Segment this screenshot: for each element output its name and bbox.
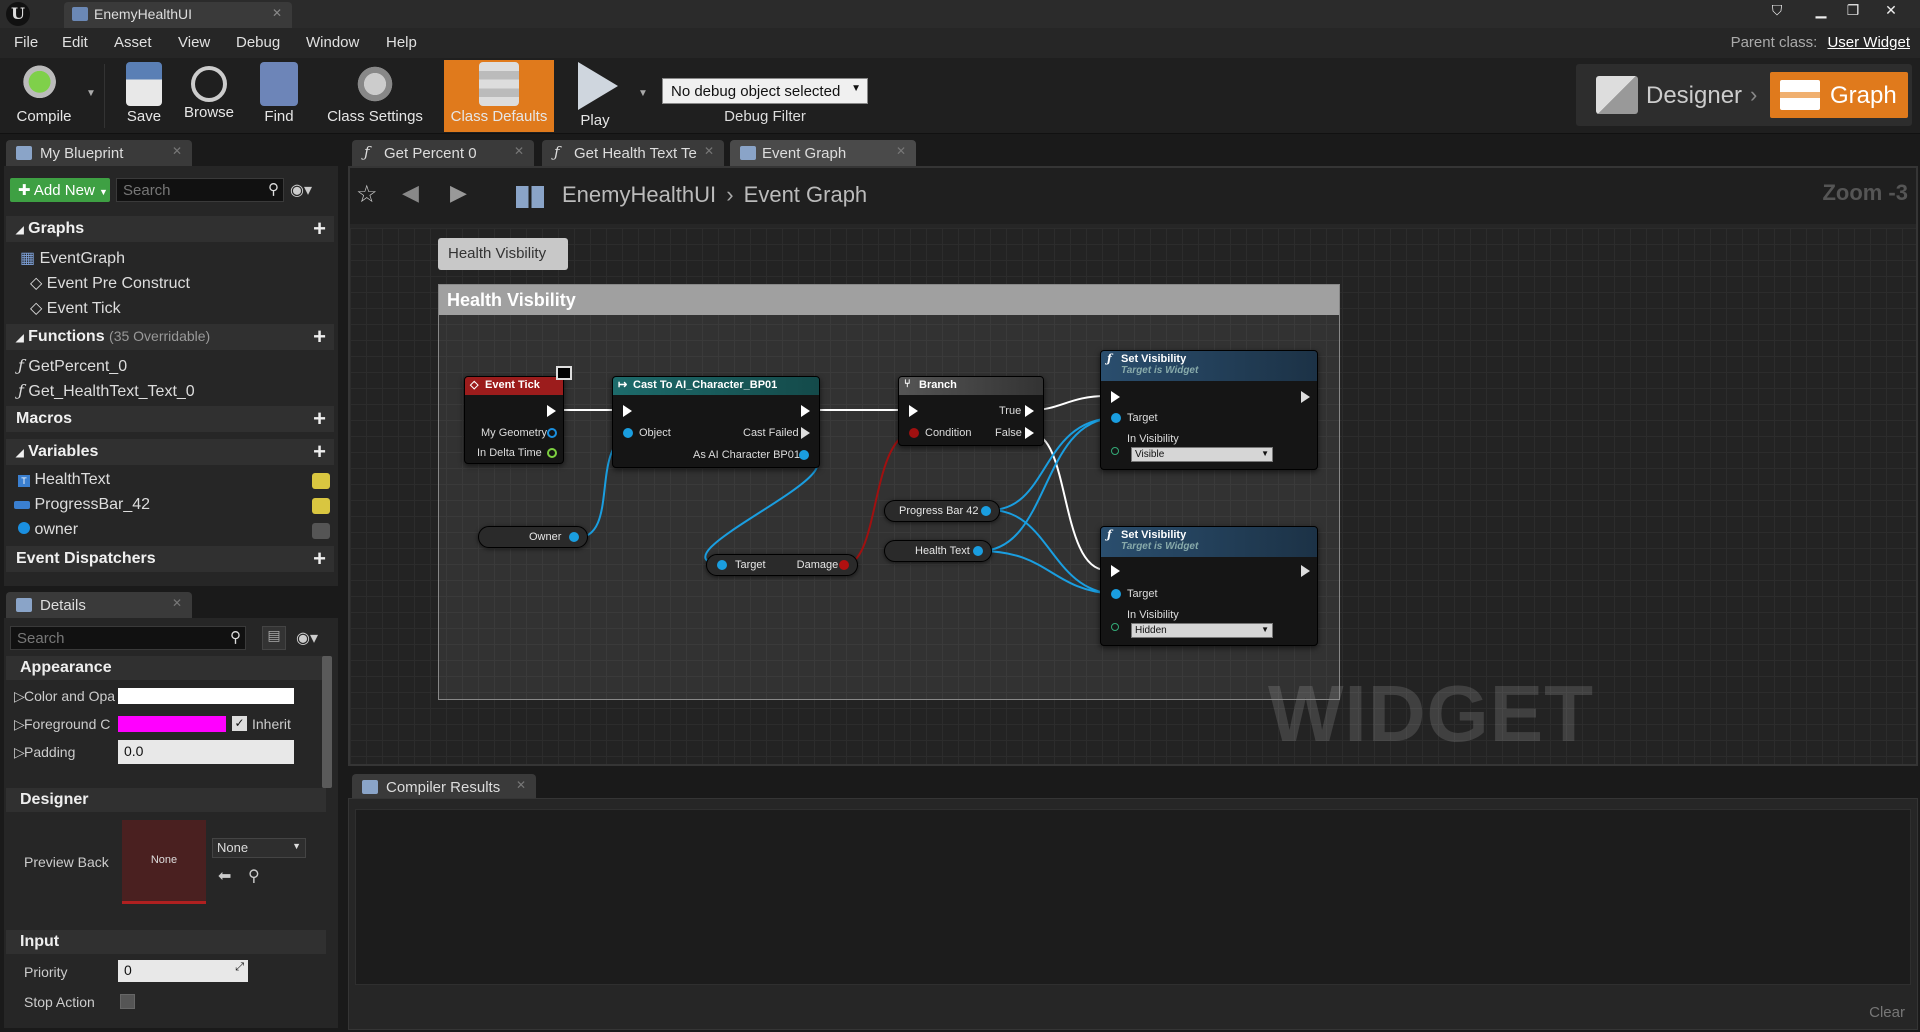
node-header: ↦ Cast To AI_Character_BP01 — [613, 377, 819, 395]
node-subtitle: Target is Widget — [1121, 541, 1199, 552]
pin-label: Cast Failed — [743, 427, 799, 439]
exec-out-pin[interactable] — [1301, 565, 1310, 577]
exec-out-pin[interactable] — [801, 405, 810, 417]
target-in-pin[interactable] — [717, 560, 727, 570]
node-header: ⑂ Branch — [899, 377, 1043, 395]
pill-label: Progress Bar 42 — [899, 505, 979, 517]
object-wire — [704, 455, 819, 566]
exec-out-pin[interactable] — [547, 405, 556, 417]
node-title: Cast To AI_Character_BP01 — [633, 379, 778, 391]
compiler-results-label: Compiler Results — [386, 779, 501, 796]
damage-getter-node[interactable]: Target Damage — [706, 554, 858, 576]
pin-label: As AI Character BP01 — [693, 449, 800, 461]
cast-failed-pin[interactable] — [801, 427, 810, 439]
false-exec-pin[interactable] — [1025, 427, 1034, 439]
function-icon: ƒ — [1107, 528, 1112, 541]
pin-label: Object — [639, 427, 671, 439]
pill-label: Health Text — [915, 545, 970, 557]
event-diamond-icon: ◇ — [470, 379, 479, 391]
branch-node[interactable]: ⑂ Branch True Condition False — [898, 376, 1044, 446]
branch-icon: ⑂ — [904, 378, 911, 390]
function-icon: ƒ — [1107, 352, 1112, 365]
progress-bar-getter-node[interactable]: Progress Bar 42 — [884, 500, 1000, 522]
node-title: Event Tick — [485, 379, 540, 391]
pin-label: False — [995, 427, 1022, 439]
exec-in-pin[interactable] — [623, 405, 632, 417]
progress-bar-out-pin[interactable] — [981, 506, 991, 516]
visibility-value: Hidden — [1135, 625, 1167, 636]
target-pin[interactable] — [1111, 413, 1121, 423]
pill-label: Damage — [796, 559, 839, 571]
health-text-out-pin[interactable] — [973, 546, 983, 556]
breakpoint-icon[interactable] — [556, 366, 572, 380]
compiler-results-tab[interactable]: Compiler Results ✕ — [352, 774, 536, 800]
cast-arrow-icon: ↦ — [618, 379, 628, 391]
visibility-combo[interactable]: Hidden ▼ — [1131, 623, 1273, 638]
set-visibility-node[interactable]: ƒ Set Visibility Target is Widget Target… — [1100, 350, 1318, 470]
exec-wire — [1031, 433, 1107, 571]
delta-time-pin[interactable] — [547, 448, 557, 458]
chevron-down-icon: ▼ — [1261, 625, 1269, 634]
pin-label: My Geometry — [481, 427, 548, 439]
pin-label: Condition — [925, 427, 972, 439]
clear-button[interactable]: Clear — [1869, 1004, 1905, 1021]
node-title: Branch — [919, 379, 957, 391]
node-header: ƒ Set Visibility Target is Widget — [1101, 527, 1317, 557]
compiler-log — [355, 809, 1911, 985]
node-header: ◇ Event Tick — [465, 377, 563, 395]
geometry-pin[interactable] — [547, 428, 557, 438]
target-wire — [989, 509, 1115, 595]
node-subtitle: Target is Widget — [1121, 365, 1199, 376]
object-pin[interactable] — [623, 428, 633, 438]
as-character-pin[interactable] — [799, 450, 809, 460]
health-text-getter-node[interactable]: Health Text — [884, 540, 992, 562]
visibility-value: Visible — [1135, 449, 1165, 460]
true-exec-pin[interactable] — [1025, 405, 1034, 417]
chevron-down-icon: ▼ — [1261, 449, 1269, 458]
exec-out-pin[interactable] — [1301, 391, 1310, 403]
exec-in-pin[interactable] — [909, 405, 918, 417]
damage-out-pin[interactable] — [839, 560, 849, 570]
target-pin[interactable] — [1111, 589, 1121, 599]
target-wire — [979, 550, 1115, 595]
pin-label: Target — [1127, 588, 1158, 600]
pill-label: Owner — [529, 531, 562, 543]
node-title: Set Visibility — [1121, 529, 1187, 541]
condition-pin[interactable] — [909, 428, 919, 438]
visibility-pin[interactable] — [1111, 623, 1119, 631]
pin-label: In Visibility — [1127, 609, 1179, 621]
pin-label: In Visibility — [1127, 433, 1179, 445]
close-tab-icon[interactable]: ✕ — [516, 778, 526, 792]
compiler-results-panel: Clear — [348, 798, 1918, 1030]
event-tick-node[interactable]: ◇ Event Tick My Geometry In Delta Time — [464, 376, 564, 464]
owner-out-pin[interactable] — [569, 532, 579, 542]
visibility-pin[interactable] — [1111, 447, 1119, 455]
node-header: ƒ Set Visibility Target is Widget — [1101, 351, 1317, 381]
compiler-results-icon — [362, 780, 378, 794]
exec-in-pin[interactable] — [1111, 565, 1120, 577]
pin-label: Target — [1127, 412, 1158, 424]
node-title: Set Visibility — [1121, 353, 1187, 365]
owner-getter-node[interactable]: Owner — [478, 526, 588, 548]
set-visibility-node[interactable]: ƒ Set Visibility Target is Widget Target… — [1100, 526, 1318, 646]
exec-in-pin[interactable] — [1111, 391, 1120, 403]
pin-label: In Delta Time — [477, 447, 542, 459]
pin-label: True — [999, 405, 1022, 417]
visibility-combo[interactable]: Visible ▼ — [1131, 447, 1273, 462]
cast-node[interactable]: ↦ Cast To AI_Character_BP01 Object Cast … — [612, 376, 820, 468]
